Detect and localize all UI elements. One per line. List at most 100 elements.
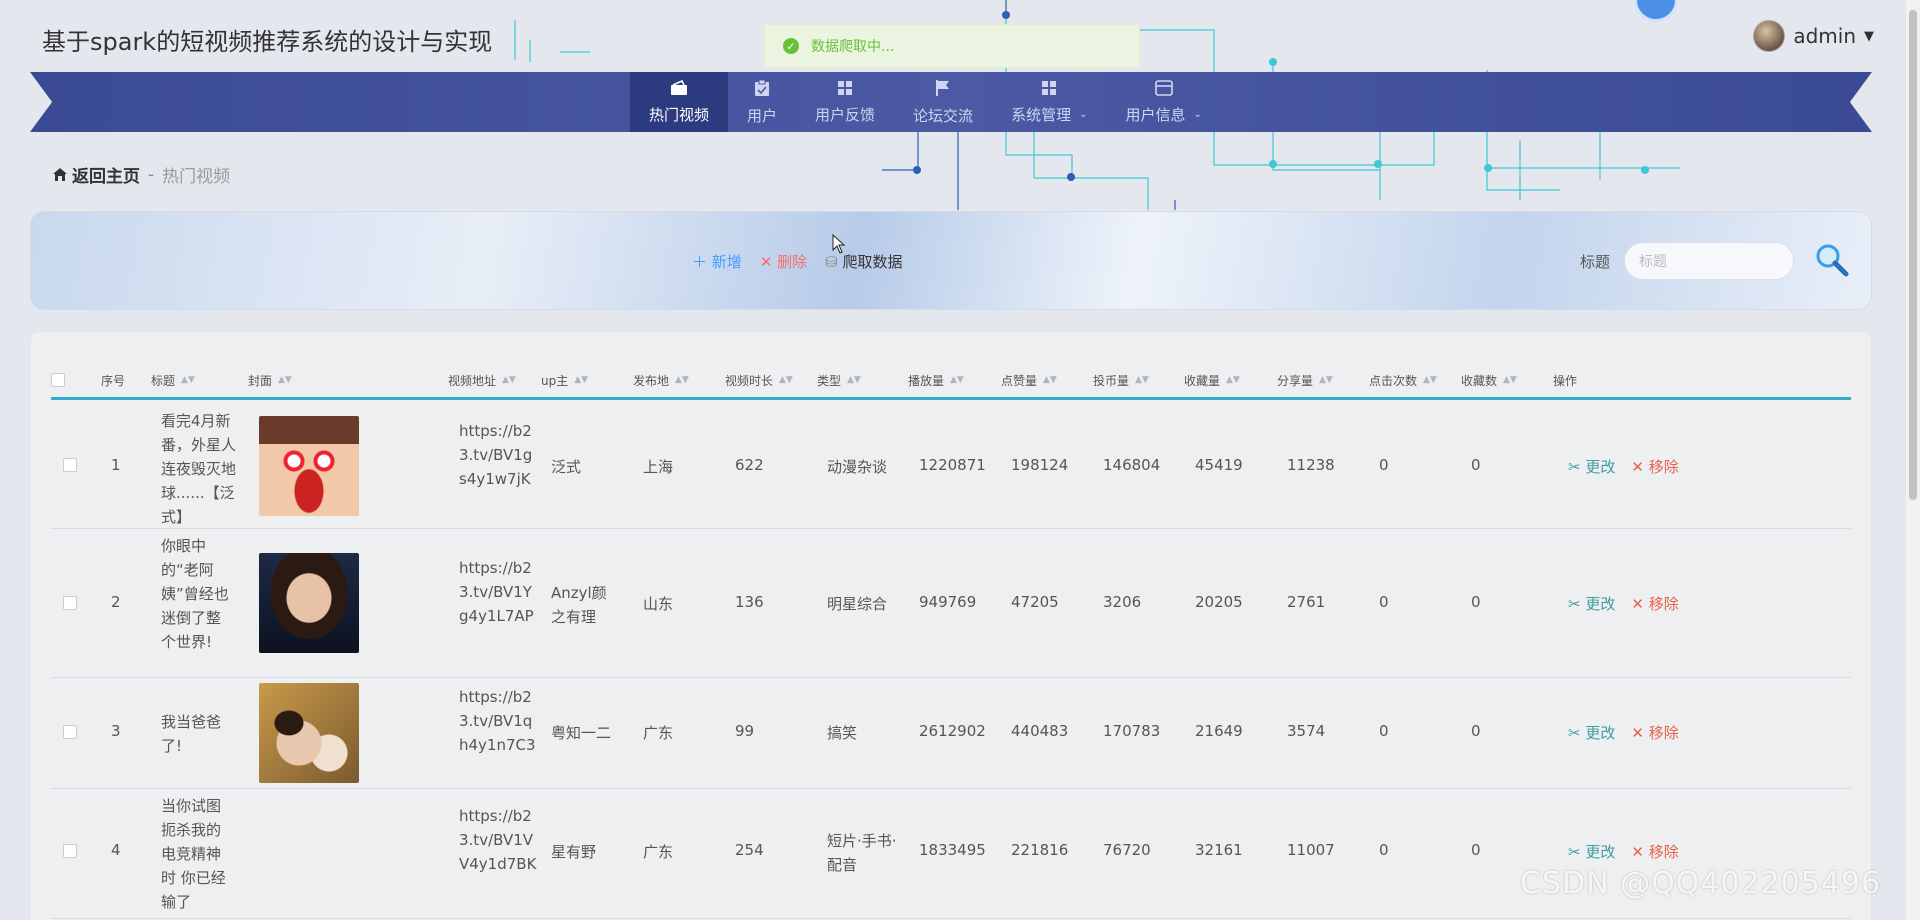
breadcrumb: 返回主页 - 热门视频 [52, 162, 230, 187]
sort-icon: ▲▼ [1135, 374, 1149, 385]
nav-feedback[interactable]: 用户反馈 [796, 72, 894, 132]
nav-hot-videos[interactable]: 热门视频 [630, 72, 729, 132]
search-label: 标题 [1580, 253, 1611, 271]
home-icon [53, 168, 67, 181]
th-likes[interactable]: 点赞量 ▲▼ [1001, 360, 1057, 400]
th-clicks[interactable]: 点击次数 ▲▼ [1369, 360, 1437, 400]
cell-place: 广东 [643, 843, 674, 861]
search-input[interactable] [1624, 242, 1794, 280]
crawl-button[interactable]: ⛁ 爬取数据 [825, 251, 902, 272]
edit-button[interactable]: ✂ 更改 [1568, 722, 1615, 743]
sort-icon: ▲▼ [1043, 374, 1057, 385]
nav-forum[interactable]: 论坛交流 [894, 72, 992, 132]
cell-shares: 3574 [1287, 722, 1326, 740]
mouse-cursor-icon [832, 234, 846, 254]
cell-duration: 622 [735, 456, 764, 474]
breadcrumb-home[interactable]: 返回主页 [52, 162, 140, 187]
delete-button[interactable]: ✕ 删除 [760, 251, 807, 272]
th-coins[interactable]: 投币量 ▲▼ [1093, 360, 1149, 400]
cell-url: https://b23.tv/BV1VV4y1d7BK [459, 807, 537, 873]
cell-favs: 21649 [1195, 722, 1243, 740]
cell-actions: ✂ 更改 ✕ 移除 [1568, 456, 1679, 477]
remove-button[interactable]: ✕ 移除 [1631, 841, 1678, 862]
edit-button[interactable]: ✂ 更改 [1568, 841, 1615, 862]
sort-icon: ▲▼ [779, 374, 793, 385]
nav-users[interactable]: 用户 [728, 72, 796, 132]
th-favs[interactable]: 收藏量 ▲▼ [1184, 360, 1240, 400]
nav-system[interactable]: 系统管理 ⌄ [992, 72, 1106, 132]
grid-icon [837, 80, 853, 100]
th-url[interactable]: 视频地址 ▲▼ [448, 360, 516, 400]
success-toast: ✓ 数据爬取中... [764, 24, 1140, 68]
breadcrumb-home-label: 返回主页 [72, 167, 140, 187]
remove-button[interactable]: ✕ 移除 [1631, 593, 1678, 614]
nav-label: 用户信息 [1125, 105, 1186, 124]
wallet-icon [670, 79, 688, 100]
watermark: CSDN @QQ402205496 [1520, 866, 1882, 901]
th-plays[interactable]: 播放量 ▲▼ [908, 360, 964, 400]
wrench-icon: ✂ [1568, 724, 1581, 742]
flag-icon [935, 79, 951, 101]
cell-favs: 20205 [1195, 593, 1243, 611]
nav-label: 用户 [747, 106, 778, 125]
data-table: 序号 标题 ▲▼ 封面 ▲▼ 视频地址 ▲▼ up主 ▲▼ 发布地 ▲▼ 视频时长 ▲▼ 类… [30, 331, 1872, 920]
wrench-icon: ✂ [1568, 595, 1581, 613]
user-menu[interactable]: admin ▼ [1753, 20, 1874, 52]
cell-place: 山东 [643, 595, 674, 613]
th-duration[interactable]: 视频时长 ▲▼ [725, 360, 793, 400]
cell-cover [259, 803, 359, 903]
toolbar-actions: ＋ 新增 ✕ 删除 ⛁ 爬取数据 [692, 251, 903, 272]
row-checkbox[interactable] [63, 596, 77, 610]
row-checkbox[interactable] [63, 458, 77, 472]
sort-icon: ▲▼ [278, 374, 292, 385]
caret-down-icon: ▼ [1864, 28, 1874, 44]
th-index: 序号 [101, 373, 126, 388]
main-nav: 热门视频 用户 用户反馈 论坛交流 系统管理 ⌄ 用户信息 ⌄ [630, 72, 1221, 132]
edit-button[interactable]: ✂ 更改 [1568, 456, 1615, 477]
cell-collects: 0 [1471, 722, 1481, 740]
sort-icon: ▲▼ [847, 374, 861, 385]
cell-plays: 2612902 [919, 722, 986, 740]
th-up[interactable]: up主 ▲▼ [541, 360, 588, 400]
add-button[interactable]: ＋ 新增 [692, 251, 742, 272]
th-place[interactable]: 发布地 ▲▼ [633, 360, 689, 400]
nav-user-info[interactable]: 用户信息 ⌄ [1106, 72, 1220, 132]
add-label: 新增 [711, 253, 742, 271]
close-icon: ✕ [1631, 843, 1644, 861]
nav-label: 热门视频 [649, 105, 710, 124]
breadcrumb-separator: - [148, 164, 155, 185]
floating-circle [1634, 0, 1678, 22]
select-all-checkbox[interactable] [51, 360, 65, 400]
th-shares[interactable]: 分享量 ▲▼ [1277, 360, 1333, 400]
search-icon [1816, 244, 1849, 277]
search-button[interactable] [1812, 240, 1852, 280]
chevron-down-icon: ⌄ [1193, 108, 1202, 120]
th-type[interactable]: 类型 ▲▼ [817, 360, 861, 400]
cell-place: 广东 [643, 724, 674, 742]
th-actions: 操作 [1553, 373, 1578, 388]
cell-title: 看完4月新番，外星人连夜毁灭地球......【泛式】 [161, 412, 237, 526]
table-row: 3 我当爸爸了! https://b23.tv/BV1qh4y1n7C3 粤知一… [51, 678, 1851, 789]
cell-actions: ✂ 更改 ✕ 移除 [1568, 593, 1679, 614]
cell-actions: ✂ 更改 ✕ 移除 [1568, 722, 1679, 743]
row-checkbox[interactable] [63, 844, 77, 858]
remove-button[interactable]: ✕ 移除 [1631, 722, 1678, 743]
th-title[interactable]: 标题 ▲▼ [151, 360, 195, 400]
cell-clicks: 0 [1379, 456, 1389, 474]
toast-message: 数据爬取中... [811, 39, 895, 55]
sort-icon: ▲▼ [574, 374, 589, 385]
cell-favs: 45419 [1195, 456, 1243, 474]
row-checkbox[interactable] [63, 725, 77, 739]
cell-url: https://b23.tv/BV1Yg4y1L7AP [459, 559, 534, 625]
scroll-thumb[interactable] [1909, 10, 1917, 500]
sort-icon: ▲▼ [1319, 374, 1333, 385]
cell-shares: 11007 [1287, 841, 1335, 859]
cell-up: 星有野 [551, 843, 597, 861]
cell-cover [259, 553, 359, 653]
page-scrollbar[interactable] [1906, 0, 1920, 920]
edit-button[interactable]: ✂ 更改 [1568, 593, 1615, 614]
th-cover[interactable]: 封面 ▲▼ [248, 360, 292, 400]
table-row: 2 你眼中的“老阿姨”曾经也迷倒了整个世界! https://b23.tv/BV… [51, 529, 1851, 678]
remove-button[interactable]: ✕ 移除 [1631, 456, 1678, 477]
th-collects[interactable]: 收藏数 ▲▼ [1461, 360, 1517, 400]
